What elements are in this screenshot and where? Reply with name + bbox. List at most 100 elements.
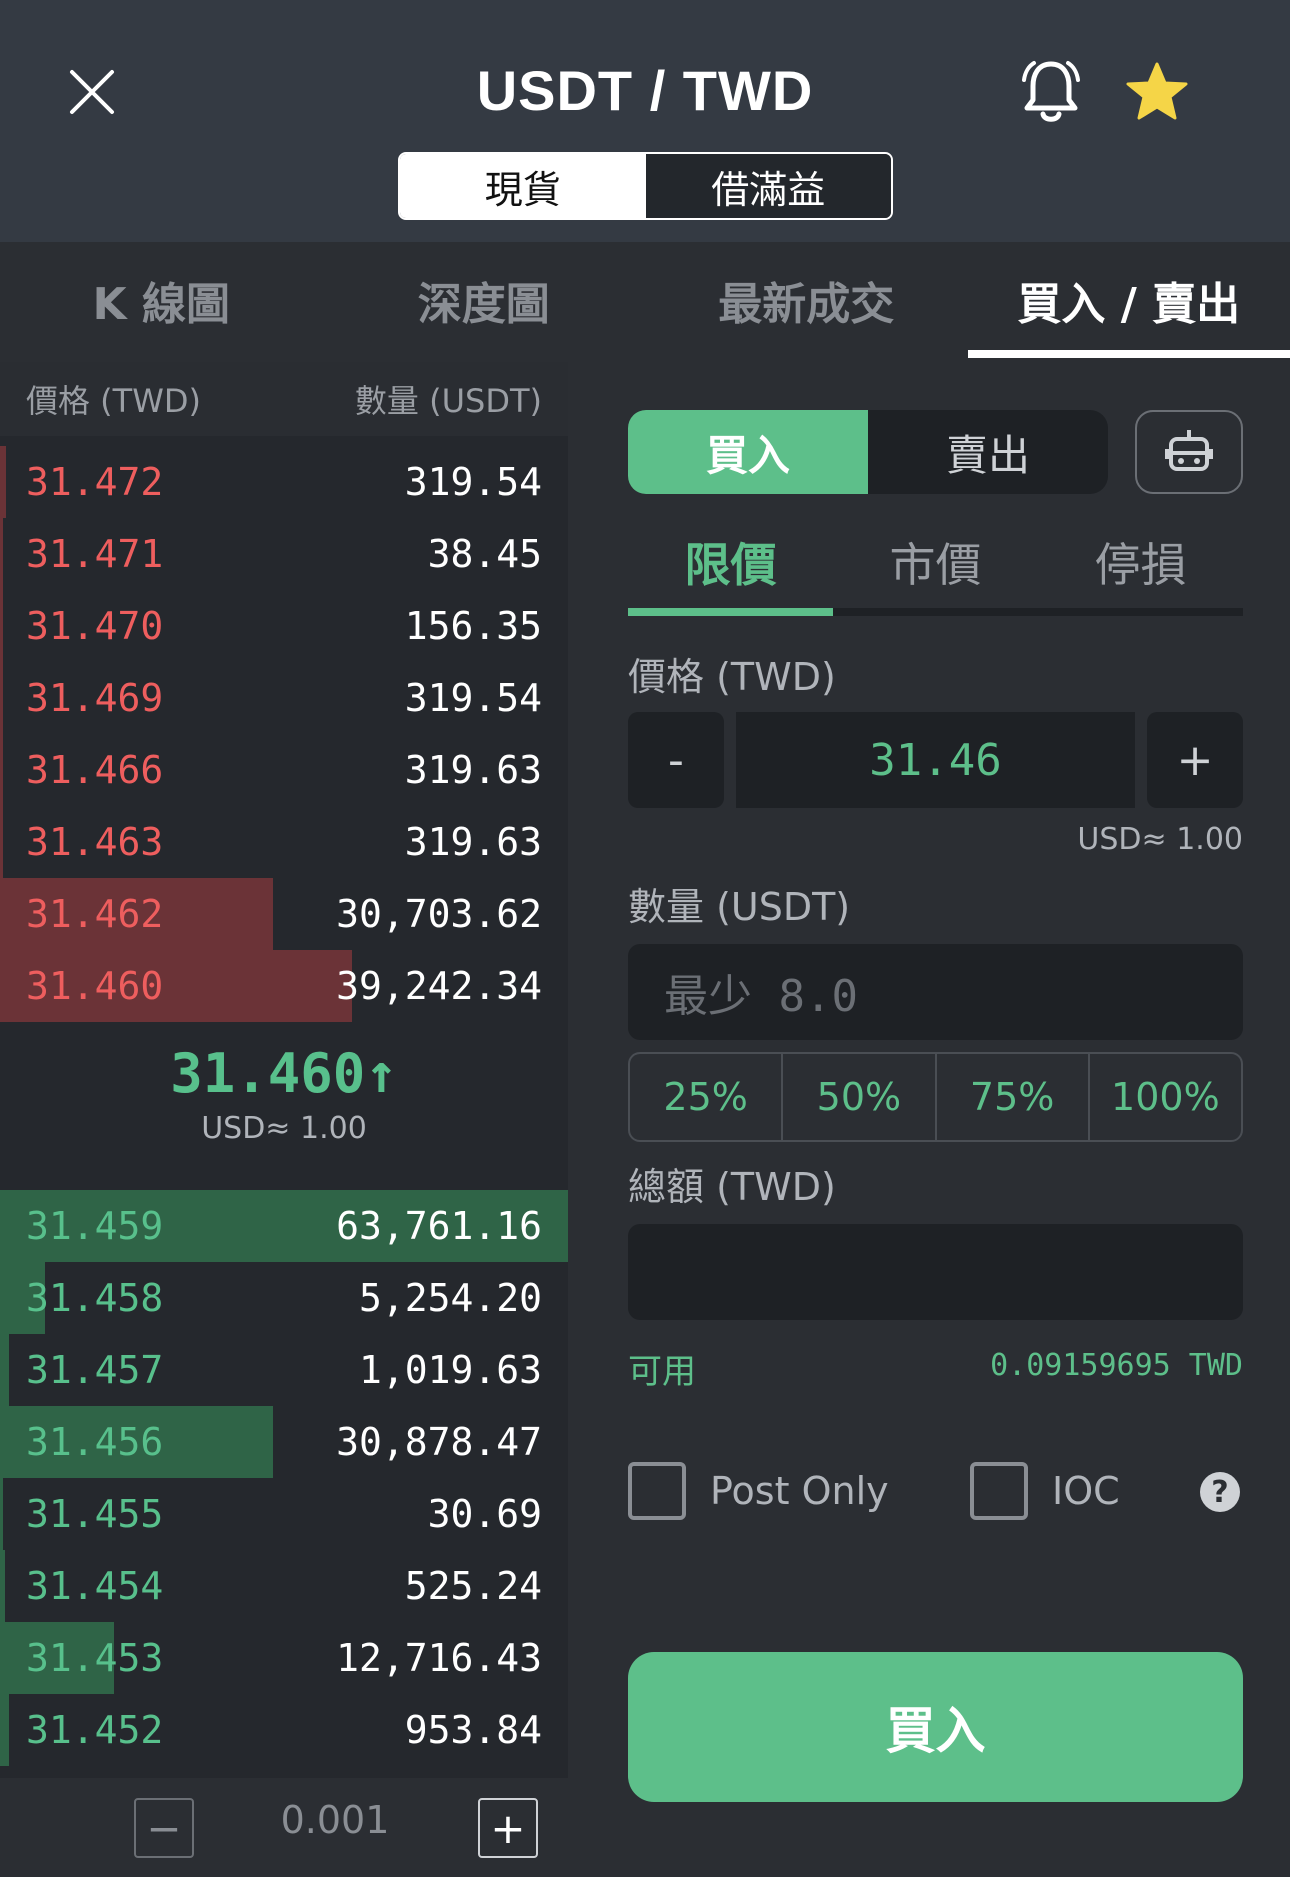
step-increase-button[interactable]: + <box>478 1798 538 1858</box>
ask-price: 31.462 <box>26 892 164 936</box>
top-bar: USDT / TWD 現貨 借滿益 <box>0 0 1290 242</box>
tab-kline[interactable]: K 線圖 <box>0 242 323 358</box>
bid-row[interactable]: 31.458 5,254.20 <box>0 1262 568 1334</box>
ask-price: 31.471 <box>26 532 164 576</box>
price-stepper: - 31.46 + <box>628 712 1243 808</box>
ask-row[interactable]: 31.470 156.35 <box>0 590 568 662</box>
bell-icon[interactable] <box>1016 58 1086 130</box>
ask-price: 31.469 <box>26 676 164 720</box>
bid-price: 31.455 <box>26 1492 164 1536</box>
ask-row[interactable]: 31.466 319.63 <box>0 734 568 806</box>
page-title: USDT / TWD <box>476 59 814 122</box>
checkbox-icon <box>628 1462 686 1520</box>
ask-row[interactable]: 31.463 319.63 <box>0 806 568 878</box>
percent-100-button[interactable]: 100% <box>1090 1054 1241 1140</box>
tab-depth[interactable]: 深度圖 <box>323 242 646 358</box>
ask-depth-bar <box>0 662 3 734</box>
ask-row[interactable]: 31.462 30,703.62 <box>0 878 568 950</box>
percent-selector: 25% 50% 75% 100% <box>628 1052 1243 1142</box>
mode-margin-tab[interactable]: 借滿益 <box>645 154 891 218</box>
mode-spot-tab[interactable]: 現貨 <box>400 154 646 218</box>
ask-quantity: 319.54 <box>404 460 542 504</box>
post-only-checkbox[interactable]: Post Only <box>628 1460 889 1522</box>
bid-row[interactable]: 31.452 953.84 <box>0 1694 568 1766</box>
order-book: 價格 (TWD) 數量 (USDT) 31.472 319.54 31.471 38.… <box>0 362 568 1864</box>
total-label: 總額 (TWD) <box>628 1165 836 1209</box>
price-label: 價格 (TWD) <box>628 655 836 699</box>
percent-75-button[interactable]: 75% <box>937 1054 1090 1140</box>
ioc-checkbox[interactable]: IOC <box>970 1460 1120 1522</box>
total-input[interactable] <box>628 1224 1243 1320</box>
percent-25-button[interactable]: 25% <box>630 1054 784 1140</box>
bid-list: 31.459 63,761.16 31.458 5,254.20 31.457 1,019… <box>0 1190 568 1766</box>
bid-row[interactable]: 31.456 30,878.47 <box>0 1406 568 1478</box>
tab-latest-trades[interactable]: 最新成交 <box>645 242 968 358</box>
qty-column-header: 數量 (USDT) <box>354 382 542 420</box>
price-decrease-button[interactable]: - <box>628 712 724 808</box>
tab-market[interactable]: 市價 <box>833 512 1038 612</box>
available-label: 可用 <box>628 1352 696 1392</box>
main-tabs: K 線圖 深度圖 最新成交 買入 / 賣出 <box>0 242 1290 358</box>
trading-bot-button[interactable] <box>1135 410 1243 494</box>
order-form: 買入 賣出 限價 市價 停損 價格 (TWD) - 31.46 + USD≈ 1… <box>580 362 1290 1842</box>
bid-row[interactable]: 31.454 525.24 <box>0 1550 568 1622</box>
bid-quantity: 30,878.47 <box>336 1420 542 1464</box>
tab-buy-sell[interactable]: 買入 / 賣出 <box>967 242 1290 358</box>
order-type-tabs: 限價 市價 停損 <box>628 512 1243 612</box>
price-input[interactable]: 31.46 <box>736 712 1135 808</box>
ask-row[interactable]: 31.471 38.45 <box>0 518 568 590</box>
quantity-input[interactable]: 最少 8.0 <box>628 944 1243 1040</box>
ask-depth-bar <box>0 806 3 878</box>
side-toggle: 買入 賣出 <box>628 410 1108 494</box>
price-increase-button[interactable]: + <box>1147 712 1243 808</box>
last-price-usd: USD≈ 1.00 <box>201 1111 367 1146</box>
percent-50-button[interactable]: 50% <box>783 1054 937 1140</box>
star-icon[interactable] <box>1124 60 1190 126</box>
bid-price: 31.458 <box>26 1276 164 1320</box>
bid-price: 31.459 <box>26 1204 164 1248</box>
last-price: 31.460↑ <box>170 1042 398 1105</box>
ask-depth-bar <box>0 518 3 590</box>
bid-row[interactable]: 31.457 1,019.63 <box>0 1334 568 1406</box>
ask-quantity: 319.63 <box>404 748 542 792</box>
available-balance: 0.09159695 TWD <box>990 1348 1243 1383</box>
order-book-header: 價格 (TWD) 數量 (USDT) <box>0 362 568 436</box>
checkbox-icon <box>970 1462 1028 1520</box>
bid-depth-bar <box>0 1550 5 1622</box>
bid-quantity: 63,761.16 <box>336 1204 542 1248</box>
ask-quantity: 319.63 <box>404 820 542 864</box>
bid-row[interactable]: 31.455 30.69 <box>0 1478 568 1550</box>
bid-quantity: 5,254.20 <box>358 1276 542 1320</box>
tab-stop[interactable]: 停損 <box>1038 512 1243 612</box>
price-step-control: − 0.001 + <box>0 1778 568 1864</box>
bid-quantity: 525.24 <box>404 1564 542 1608</box>
bid-depth-bar <box>0 1478 3 1550</box>
quantity-label: 數量 (USDT) <box>628 885 851 929</box>
ask-row[interactable]: 31.469 319.54 <box>0 662 568 734</box>
bid-price: 31.457 <box>26 1348 164 1392</box>
order-type-indicator <box>628 608 1243 616</box>
panel-divider <box>568 362 580 1842</box>
ask-depth-bar <box>0 590 3 662</box>
bid-price: 31.453 <box>26 1636 164 1680</box>
buy-submit-button[interactable]: 買入 <box>628 1652 1243 1802</box>
bid-quantity: 953.84 <box>404 1708 542 1752</box>
bid-price: 31.452 <box>26 1708 164 1752</box>
ioc-label: IOC <box>1052 1469 1120 1513</box>
bid-price: 31.456 <box>26 1420 164 1464</box>
tab-limit[interactable]: 限價 <box>628 512 833 612</box>
sell-side-tab[interactable]: 賣出 <box>868 410 1108 494</box>
ask-row[interactable]: 31.460 39,242.34 <box>0 950 568 1022</box>
buy-side-tab[interactable]: 買入 <box>628 410 868 494</box>
ask-price: 31.470 <box>26 604 164 648</box>
market-mode-toggle: 現貨 借滿益 <box>398 152 893 220</box>
ask-price: 31.460 <box>26 964 164 1008</box>
price-usd-equivalent: USD≈ 1.00 <box>1077 822 1243 857</box>
bid-quantity: 1,019.63 <box>358 1348 542 1392</box>
ask-quantity: 30,703.62 <box>336 892 542 936</box>
bid-row[interactable]: 31.453 12,716.43 <box>0 1622 568 1694</box>
bid-row[interactable]: 31.459 63,761.16 <box>0 1190 568 1262</box>
ask-quantity: 156.35 <box>404 604 542 648</box>
help-icon[interactable]: ? <box>1200 1472 1240 1512</box>
ask-row[interactable]: 31.472 319.54 <box>0 446 568 518</box>
